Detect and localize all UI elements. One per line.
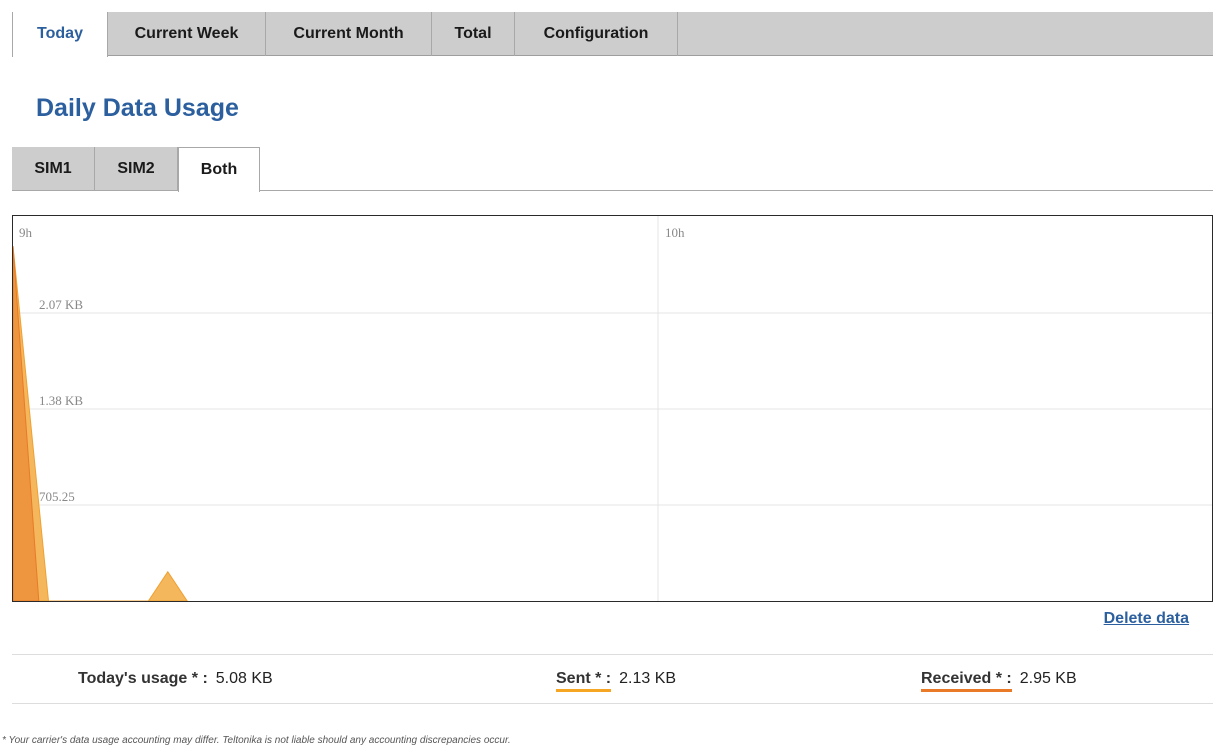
tab-today[interactable]: Today xyxy=(12,12,108,57)
received-label: Received * : xyxy=(921,670,1012,692)
divider xyxy=(12,654,1213,655)
received-value: 2.95 KB xyxy=(1019,670,1077,687)
usage-chart-svg: 9h 10h 2.07 KB 1.38 KB 705.25 xyxy=(13,216,1212,601)
divider xyxy=(12,703,1213,704)
y-tick-1: 1.38 KB xyxy=(39,393,83,408)
today-usage-value: 5.08 KB xyxy=(215,670,273,687)
today-usage-label: Today's usage * : xyxy=(78,670,208,687)
tab-sim2[interactable]: SIM2 xyxy=(95,147,178,190)
tab-sim1[interactable]: SIM1 xyxy=(12,147,95,190)
page-title: Daily Data Usage xyxy=(36,94,239,122)
sent-label: Sent * : xyxy=(556,670,612,692)
tab-total[interactable]: Total xyxy=(432,12,515,56)
series-received-area xyxy=(13,246,40,601)
x-tick-10h: 10h xyxy=(665,225,685,240)
y-tick-2: 705.25 xyxy=(39,489,75,504)
tab-current-month[interactable]: Current Month xyxy=(266,12,432,56)
today-usage: Today's usage * : 5.08 KB xyxy=(78,670,273,688)
sim-tab-bar: SIM1 SIM2 Both xyxy=(12,147,1213,192)
delete-data-link[interactable]: Delete data xyxy=(1104,610,1189,628)
y-tick-0: 2.07 KB xyxy=(39,297,83,312)
disclaimer-footnote: * Your carrier's data usage accounting m… xyxy=(2,735,511,746)
x-tick-9h: 9h xyxy=(19,225,33,240)
period-tab-bar: Today Current Week Current Month Total C… xyxy=(12,12,1213,57)
received-usage: Received * : 2.95 KB xyxy=(921,670,1077,692)
sent-usage: Sent * : 2.13 KB xyxy=(556,670,677,692)
tab-both[interactable]: Both xyxy=(178,147,260,192)
tab-configuration[interactable]: Configuration xyxy=(515,12,678,56)
tab-current-week[interactable]: Current Week xyxy=(108,12,266,56)
usage-chart: 9h 10h 2.07 KB 1.38 KB 705.25 xyxy=(12,215,1213,602)
sent-value: 2.13 KB xyxy=(619,670,677,687)
